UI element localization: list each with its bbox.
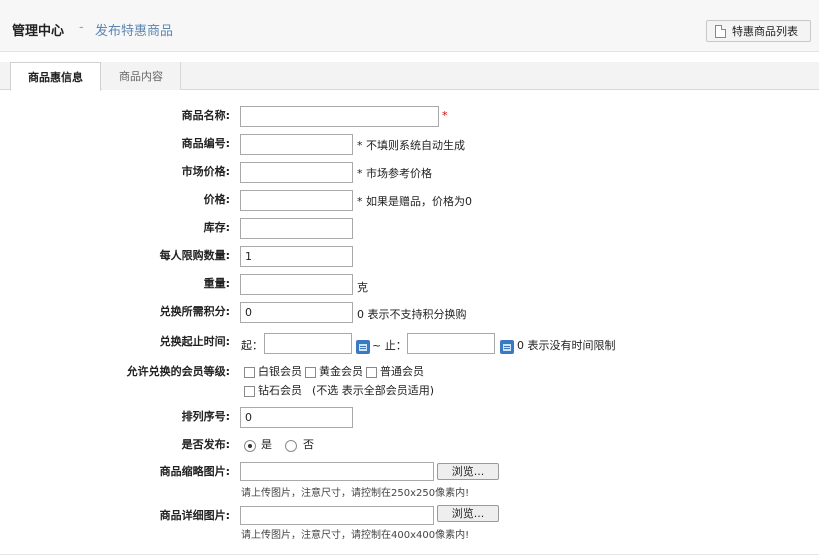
bottom-divider — [0, 554, 819, 555]
checkbox-gold-label: 黄金会员 — [319, 365, 363, 378]
header-subtitle: 发布特惠商品 — [95, 24, 174, 39]
points-hint: 0 表示不支持积分换购 — [357, 308, 467, 321]
label-detail-image: 商品详细图片: — [159, 509, 230, 522]
thumb-image-note: 请上传图片，注意尺寸，请控制在250x250像素内! — [241, 488, 470, 499]
promo-list-button-label: 特惠商品列表 — [732, 25, 798, 38]
checkbox-regular[interactable] — [366, 367, 377, 378]
radio-publish-no[interactable] — [285, 440, 297, 452]
points-input[interactable] — [240, 302, 353, 323]
label-sort-order: 排列序号: — [181, 410, 230, 423]
header-separator: - — [79, 20, 84, 35]
label-price: 价格: — [203, 193, 230, 206]
checkbox-silver-label: 白银会员 — [258, 365, 302, 378]
period-end-input[interactable] — [407, 333, 495, 354]
product-name-input[interactable] — [240, 106, 439, 127]
checkbox-gold[interactable] — [305, 367, 316, 378]
label-period: 兑换起止时间: — [159, 335, 230, 348]
checkbox-diamond-label: 钻石会员 — [258, 384, 302, 397]
thumb-image-file-input[interactable] — [240, 462, 434, 481]
thumb-browse-button[interactable]: 浏览... — [437, 463, 499, 480]
label-stock: 库存: — [203, 221, 230, 234]
label-market-price: 市场价格: — [181, 165, 230, 178]
market-price-hint: * 市场参考价格 — [357, 167, 432, 180]
detail-image-note: 请上传图片，注意尺寸，请控制在400x400像素内! — [241, 530, 470, 541]
label-publish: 是否发布: — [181, 438, 230, 451]
page-header: 管理中心 - 发布特惠商品 特惠商品列表 — [0, 0, 819, 52]
radio-publish-yes-label: 是 — [261, 438, 272, 451]
price-hint: * 如果是赠品，价格为0 — [357, 195, 472, 208]
checkbox-diamond[interactable] — [244, 386, 255, 397]
period-start-label: 起： — [241, 339, 263, 352]
market-price-input[interactable] — [240, 162, 353, 183]
label-thumb-image: 商品缩略图片: — [159, 465, 230, 478]
detail-image-file-input[interactable] — [240, 506, 434, 525]
checkbox-regular-label: 普通会员 — [380, 365, 424, 378]
weight-unit: 克 — [357, 281, 368, 294]
detail-browse-button[interactable]: 浏览... — [437, 505, 499, 522]
product-code-input[interactable] — [240, 134, 353, 155]
calendar-icon[interactable] — [356, 340, 370, 354]
price-input[interactable] — [240, 190, 353, 211]
header-title: 管理中心 — [12, 24, 65, 39]
label-points: 兑换所需积分: — [159, 305, 230, 318]
product-code-hint: * 不填则系统自动生成 — [357, 139, 465, 152]
label-product-name: 商品名称: — [181, 109, 230, 122]
label-product-code: 商品编号: — [181, 137, 230, 150]
label-weight: 重量: — [203, 277, 230, 290]
tab-bar: 商品惠信息 商品内容 — [0, 62, 819, 91]
tab-promo-info[interactable]: 商品惠信息 — [10, 62, 101, 91]
required-mark: * — [442, 109, 448, 122]
calendar-icon[interactable] — [500, 340, 514, 354]
period-end-label: ~ 止： — [372, 339, 407, 352]
period-start-input[interactable] — [264, 333, 352, 354]
radio-publish-yes[interactable] — [244, 440, 256, 452]
weight-input[interactable] — [240, 274, 353, 295]
period-hint: 0 表示没有时间限制 — [517, 339, 616, 352]
sort-order-input[interactable] — [240, 407, 353, 428]
checkbox-silver[interactable] — [244, 367, 255, 378]
document-icon — [715, 24, 726, 38]
label-purchase-limit: 每人限购数量: — [159, 249, 230, 262]
radio-publish-no-label: 否 — [303, 438, 314, 451]
member-levels-note: (不选 表示全部会员适用) — [312, 384, 435, 397]
tab-product-content[interactable]: 商品内容 — [102, 62, 181, 90]
purchase-limit-input[interactable] — [240, 246, 353, 267]
stock-input[interactable] — [240, 218, 353, 239]
promo-list-button[interactable]: 特惠商品列表 — [706, 20, 811, 42]
label-member-levels: 允许兑换的会员等级: — [126, 365, 230, 378]
